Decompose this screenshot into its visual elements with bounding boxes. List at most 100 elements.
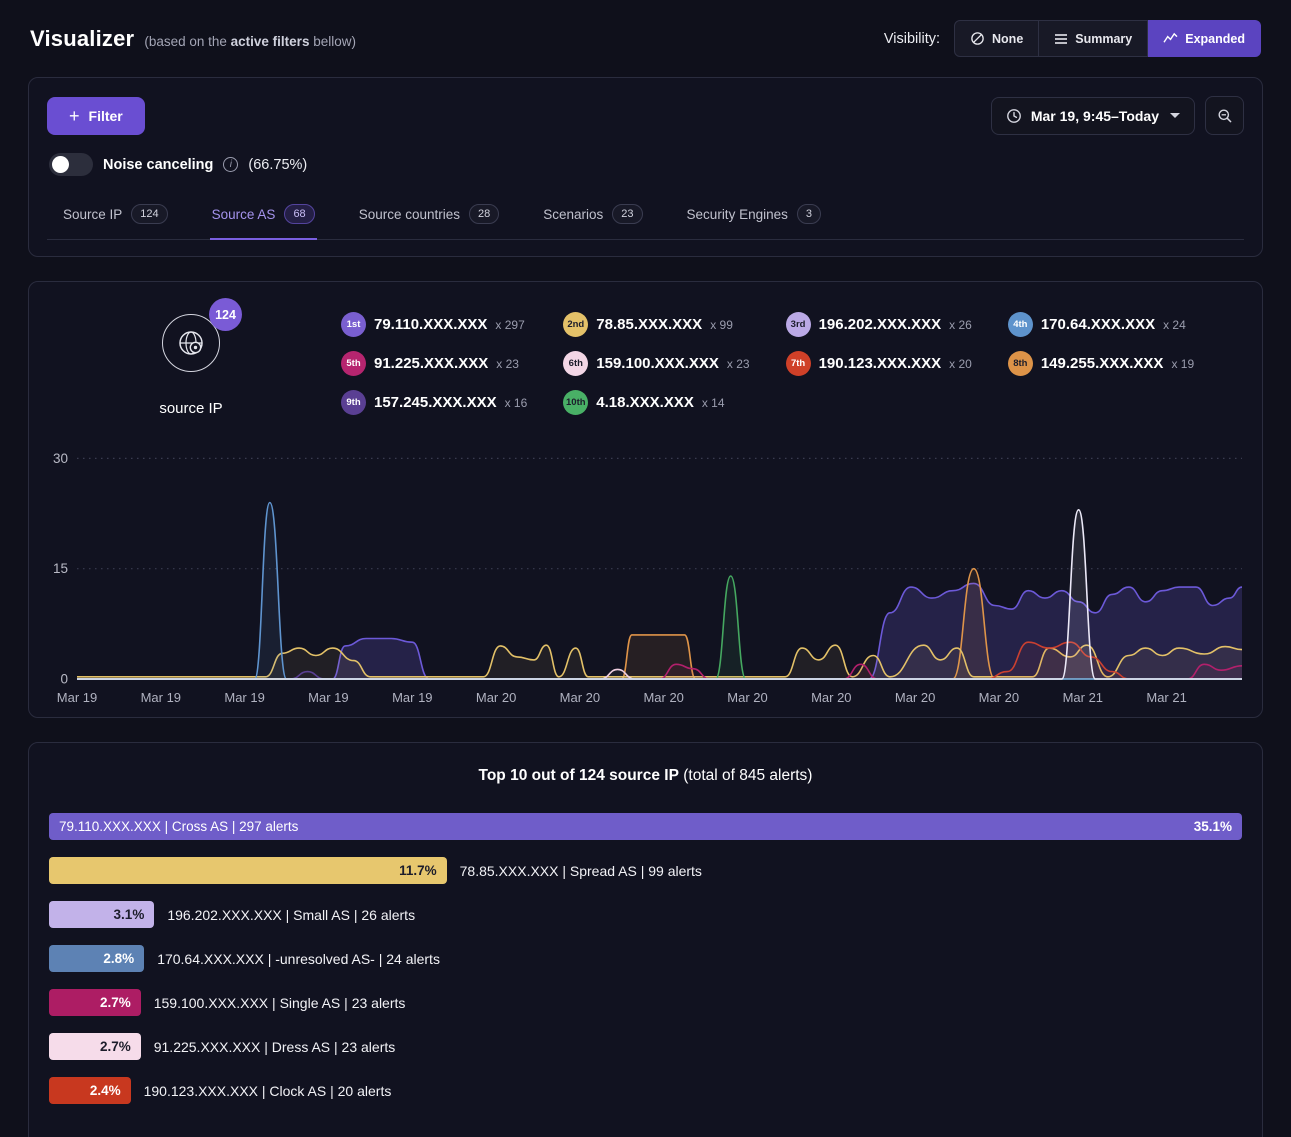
bar-label: 196.202.XXX.XXX | Small AS | 26 alerts [167,907,415,923]
svg-text:Mar 20: Mar 20 [476,690,516,705]
rank-badge: 8th [1008,351,1033,376]
svg-text:Mar 20: Mar 20 [811,690,851,705]
title-wrap: Visualizer (based on the active filters … [30,26,356,52]
rank-badge: 3rd [786,312,811,337]
bar-percent: 3.1% [114,907,145,922]
top-ip-count: x 19 [1171,357,1194,371]
top-ip-item[interactable]: 7th190.123.XXX.XXXx 20 [786,351,972,376]
none-icon [970,31,985,46]
top-ip-count: x 16 [505,396,528,410]
bar-label: 190.123.XXX.XXX | Clock AS | 20 alerts [144,1083,392,1099]
bar-percent: 2.8% [103,951,134,966]
tab-security-engines[interactable]: Security Engines3 [685,202,823,239]
top10-bar[interactable]: 11.7% [49,857,447,884]
tab-label: Source AS [212,207,276,222]
add-filter-button[interactable]: + Filter [47,97,145,135]
top10-bar-row: 2.8%170.64.XXX.XXX | -unresolved AS- | 2… [49,945,1242,972]
top-ip-item[interactable]: 5th91.225.XXX.XXXx 23 [341,351,527,376]
chart-head: 124 source IP 1st79.110.XXX.XXXx 2972nd7… [41,308,1250,417]
tab-count-badge: 23 [612,204,642,224]
tab-source-countries[interactable]: Source countries28 [357,202,502,239]
visibility-segmented: NoneSummary Expanded [954,20,1261,57]
bar-label: 78.85.XXX.XXX | Spread AS | 99 alerts [460,863,702,879]
top-ip-list: 1st79.110.XXX.XXXx 297 2nd78.85.XXX.XXXx … [341,308,1240,417]
subtitle-pre: (based on the [144,34,230,49]
bar-percent: 2.7% [100,1039,131,1054]
bar-percent: 2.4% [90,1083,121,1098]
top-ip-item[interactable]: 3rd196.202.XXX.XXXx 26 [786,312,972,337]
top-ip-address: 78.85.XXX.XXX [596,316,702,333]
top-ip-count: x 20 [949,357,972,371]
top10-title-rest: (total of 845 alerts) [679,767,813,784]
top-ip-item[interactable]: 8th149.255.XXX.XXXx 19 [1008,351,1194,376]
top-ip-item[interactable]: 2nd78.85.XXX.XXXx 99 [563,312,749,337]
svg-text:15: 15 [53,561,68,576]
toggle-knob [52,156,69,173]
top10-panel: Top 10 out of 124 source IP (total of 84… [28,742,1263,1137]
add-filter-label: Filter [89,108,123,124]
top-ip-item[interactable]: 9th157.245.XXX.XXXx 16 [341,390,527,415]
search-button[interactable] [1205,96,1244,135]
top10-bar-row: 11.7% 78.85.XXX.XXX | Spread AS | 99 aler… [49,857,1242,884]
bar-label: 91.225.XXX.XXX | Dress AS | 23 alerts [154,1039,396,1055]
bar-label: 79.110.XXX.XXX | Cross AS | 297 alerts [59,819,298,834]
top10-bars: 79.110.XXX.XXX | Cross AS | 297 alerts 35… [49,813,1242,1104]
visibility-option-none[interactable]: None [954,20,1039,57]
chevron-down-icon [1170,113,1180,118]
svg-text:Mar 19: Mar 19 [392,690,432,705]
svg-text:Mar 20: Mar 20 [895,690,935,705]
visibility-label: Visibility: [884,31,940,47]
expanded-icon [1163,32,1178,45]
top10-bar-row: 2.7% 91.225.XXX.XXX | Dress AS | 23 alert… [49,1033,1242,1060]
tab-label: Scenarios [543,207,603,222]
top-ip-item[interactable]: 1st79.110.XXX.XXXx 297 [341,312,527,337]
tab-count-badge: 124 [131,204,167,224]
noise-canceling-row: Noise canceling i (66.75%) [49,153,1244,176]
info-icon[interactable]: i [223,157,238,172]
top-ip-count: x 26 [949,318,972,332]
top-ip-item[interactable]: 10th4.18.XXX.XXXx 14 [563,390,749,415]
date-range-button[interactable]: Mar 19, 9:45–Today [991,97,1195,135]
visibility-option-summary[interactable]: Summary [1039,20,1148,57]
rank-badge: 10th [563,390,588,415]
rank-badge: 4th [1008,312,1033,337]
top-ip-address: 159.100.XXX.XXX [596,355,719,372]
top10-bar[interactable]: 2.8% [49,945,144,972]
tab-source-as[interactable]: Source AS 68 [210,202,317,239]
timeline-chart[interactable]: 01530Mar 19Mar 19Mar 19Mar 19Mar 19Mar 2… [43,437,1248,709]
top-ip-item[interactable]: 6th 159.100.XXX.XXX x 23 [563,351,749,376]
bar-percent: 35.1% [1194,819,1232,834]
noise-canceling-value: (66.75%) [248,157,307,173]
clock-icon [1006,108,1022,124]
visibility-option-expanded[interactable]: Expanded [1148,20,1261,57]
tab-source-ip[interactable]: Source IP124 [61,202,170,239]
subtitle-emphasis: active filters [231,34,310,49]
page-header: Visualizer (based on the active filters … [28,0,1263,77]
tab-count-badge: 68 [284,204,314,224]
svg-text:30: 30 [53,451,68,466]
top10-bar[interactable]: 2.7% [49,1033,141,1060]
top-ip-count: x 297 [495,318,524,332]
tab-scenarios[interactable]: Scenarios 23 [541,202,644,239]
rank-badge: 7th [786,351,811,376]
svg-text:0: 0 [60,672,68,687]
top-ip-count: x 23 [727,357,750,371]
noise-canceling-toggle[interactable] [49,153,93,176]
visibility-option-label: Expanded [1185,32,1245,46]
rank-badge: 9th [341,390,366,415]
top-ip-item[interactable]: 4th170.64.XXX.XXXx 24 [1008,312,1194,337]
svg-text:Mar 20: Mar 20 [727,690,767,705]
top10-bar-row: 2.7%159.100.XXX.XXX | Single AS | 23 ale… [49,989,1242,1016]
top10-bar[interactable]: 3.1% [49,901,154,928]
top10-bar[interactable]: 79.110.XXX.XXX | Cross AS | 297 alerts 35… [49,813,1242,840]
top10-bar[interactable]: 2.4% [49,1077,131,1104]
rank-badge: 6th [563,351,588,376]
tab-count-badge: 3 [797,204,821,224]
toolbar-right: Mar 19, 9:45–Today [991,96,1244,135]
top10-bar-row: 79.110.XXX.XXX | Cross AS | 297 alerts 35… [49,813,1242,840]
rank-badge: 5th [341,351,366,376]
filter-panel: + Filter Mar 19, 9:45–Today [28,77,1263,257]
top10-bar[interactable]: 2.7% [49,989,141,1016]
top-ip-address: 4.18.XXX.XXX [596,394,694,411]
svg-text:Mar 19: Mar 19 [308,690,348,705]
